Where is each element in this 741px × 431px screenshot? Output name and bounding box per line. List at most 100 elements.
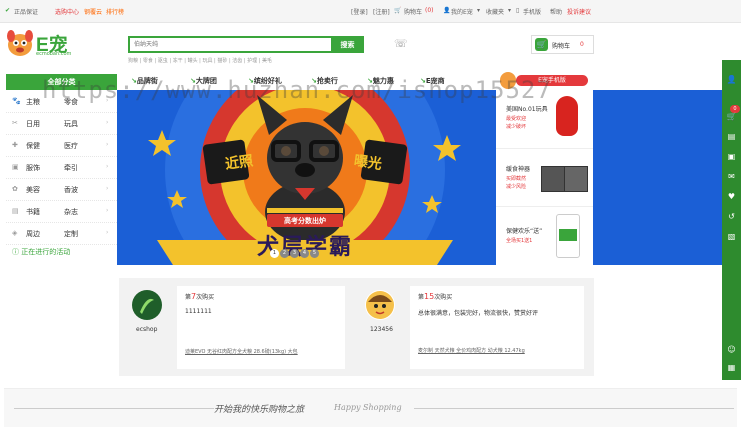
favorites-link[interactable]: 收藏夹 [486,7,504,16]
hotword[interactable]: 罐头 [188,58,198,64]
side-ad-title: 保健欢乐“送” [506,228,543,235]
info-icon: ⓘ [12,248,22,256]
hotword[interactable]: 狗粮 [128,58,138,64]
topbar-link-2[interactable]: 钢覆云 [84,7,102,16]
review-product-link[interactable]: 迪莱EVO 无谷红肉配方全犬粮 28.6磅(13kg) 大包 [185,348,343,355]
feeder-image [564,166,588,192]
feeder-image [541,166,565,192]
category-row[interactable]: ✿ 美容 香波 › [6,178,117,201]
side-ad-sub: 买即截然 [506,176,527,182]
map-icon: ◈ [12,229,18,237]
topbar-link-1[interactable]: 选购中心 [55,7,79,16]
coupon-icon[interactable]: ▧ [726,232,737,242]
pager-dot[interactable]: 2 [280,249,289,258]
side-ad[interactable]: 缓食神器 买即截然 减少风险 [496,148,593,207]
review-product-link[interactable]: 麦尔制 天然犬粮 全价鸡肉配方 幼犬粮 12.47kg [418,347,578,355]
list-icon[interactable]: ▤ [726,132,737,142]
review-card[interactable]: 第7次购买 1111111 迪莱EVO 无谷红肉配方全犬粮 28.6磅(13kg… [177,286,345,369]
events-link[interactable]: ⓘ 正在进行的活动 [12,247,70,257]
bowl-icon: ✂ [12,119,18,127]
category-row[interactable]: ▤ 书籍 杂志 › [6,200,117,223]
topbar-link-3[interactable]: 排行榜 [106,7,124,16]
category-row[interactable]: ◈ 周边 定制 › [6,222,117,245]
divider [414,408,734,409]
register-link[interactable]: [注册] [373,7,390,16]
review-count: 第7次购买 [185,292,215,301]
chevron-right-icon: › [106,185,109,192]
topbar-cart-link[interactable]: 购物车 [404,7,422,16]
person-icon: 👤 [443,7,451,14]
topbar-link-0[interactable]: 正品保证 [14,7,38,16]
qrcode-icon[interactable]: ▦ [726,363,737,373]
events-label: 正在进行的活动 [21,248,71,256]
review-username: ecshop [136,326,158,333]
category-sidebar: 🐾 主粮 零食 › ✂ 日用 玩具 › ✚ 保健 医疗 › ▣ 服饰 牵引 › ✿ 美容 香波 › ▤ 书籍 杂志… [6,90,118,265]
category-label[interactable]: 牵引 [64,163,78,173]
complaint-link[interactable]: 投诉建议 [567,7,591,16]
side-ads: 美国No.01玩具 最受欢迎 减少破坏 缓食神器 买即截然 减少风险 保健欢乐“… [496,90,593,265]
shield-icon: ✔ [5,7,11,14]
category-label[interactable]: 香波 [64,185,78,195]
cart-count: 0 [580,41,584,48]
category-label[interactable]: 美容 [26,185,40,195]
category-label[interactable]: 定制 [64,229,78,239]
category-label[interactable]: 医疗 [64,141,78,151]
pager-dot[interactable]: 1 [270,249,279,258]
service-icon[interactable]: ☺ [726,345,737,355]
category-row[interactable]: ✚ 保健 医疗 › [6,134,117,157]
category-label[interactable]: 书籍 [26,207,40,217]
login-link[interactable]: [登录] [351,7,368,16]
pager-dot[interactable]: 5 [310,249,319,258]
mobile-link[interactable]: 手机版 [523,7,541,16]
hotword[interactable]: 美毛 [262,58,272,64]
hotword[interactable]: 冻干 [173,58,183,64]
cart-icon[interactable]: 🛒 [726,112,737,122]
header-cart-button[interactable]: 🛒 购物车 0 [531,35,594,54]
hotword[interactable]: 猫砂 [217,58,227,64]
hotword[interactable]: 洁齿 [232,58,242,64]
search-button[interactable]: 搜索 [331,36,364,53]
chevron-down-icon: ▾ [508,7,512,14]
chevron-right-icon: › [106,119,109,126]
cart-icon: 🛒 [535,38,548,51]
right-toolbar: 👤 0 🛒 ▤ ▣ ✉ ♥ ↺ ▧ ☺ ▦ [722,60,741,380]
promo-banner[interactable]: 近照 曝光 高考分数出炉 犬层学霸 12345 [117,90,493,265]
bottle-label [559,229,577,241]
banner-pager: 12345 [270,248,319,258]
hotword[interactable]: 驱虫 [158,58,168,64]
side-ad[interactable]: 保健欢乐“送” 全场买1送1 [496,206,593,265]
chevron-right-icon: › [106,207,109,214]
side-ad-sub: 最受欢迎 [506,116,527,122]
my-account-link[interactable]: 我的E宠 [451,7,473,16]
hot-keywords: 狗粮 | 零食 | 驱虫 | 冻干 | 罐头 | 玩具 | 猫砂 | 洁齿 | … [128,58,273,64]
category-row[interactable]: ✂ 日用 玩具 › [6,112,117,135]
category-label[interactable]: 主粮 [26,97,40,107]
search-input[interactable] [130,38,318,51]
review-card[interactable]: 第15次购买 总体很满意，包装完好，物流很快，赞赏好评 麦尔制 天然犬粮 全价鸡… [410,286,584,369]
category-label[interactable]: 周边 [26,229,40,239]
banner-right-word: 曝光 [352,153,383,173]
hotword[interactable]: 零食 [143,58,153,64]
mobile-phone-icon: ▯ [516,7,520,14]
side-ad-title: 缓食神器 [506,166,531,173]
user-icon[interactable]: 👤 [726,75,737,85]
hotword[interactable]: 玩具 [202,58,212,64]
slogan-text: 开始我的快乐购物之旅 [214,405,305,415]
category-label[interactable]: 保健 [26,141,40,151]
history-icon[interactable]: ↺ [726,212,737,222]
heart-icon[interactable]: ♥ [726,192,737,202]
pager-dot[interactable]: 3 [290,249,299,258]
category-row[interactable]: ▣ 服饰 牵引 › [6,156,117,179]
wallet-icon[interactable]: ▣ [726,152,737,162]
category-label[interactable]: 日用 [26,119,40,129]
chat-icon[interactable]: ✉ [726,172,737,182]
help-link[interactable]: 帮助 [550,7,562,16]
category-label[interactable]: 玩具 [64,119,78,129]
category-label[interactable]: 杂志 [64,207,78,217]
category-label[interactable]: 服饰 [26,163,40,173]
pager-dot[interactable]: 4 [300,249,309,258]
hotword[interactable]: 护理 [247,58,257,64]
phone-icon: ☏ [394,37,408,50]
comb-icon: ✿ [12,185,18,193]
logo-mascot[interactable] [5,28,35,58]
